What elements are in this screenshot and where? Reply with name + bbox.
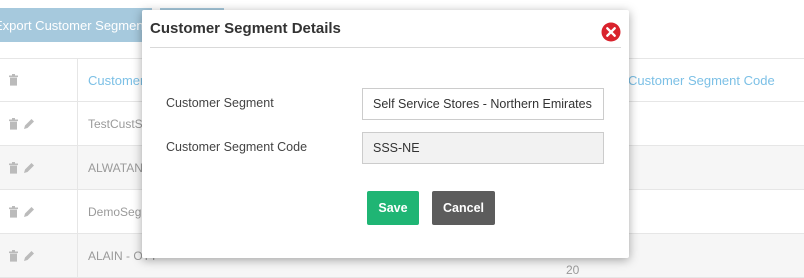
row-actions [8,190,35,233]
trash-icon[interactable] [8,205,19,218]
row-actions [8,146,35,189]
modal-header: Customer Segment Details [150,10,621,48]
pencil-icon[interactable] [23,118,35,130]
trash-icon[interactable] [8,249,19,262]
modal-title: Customer Segment Details [150,20,341,37]
column-separator [77,146,78,189]
close-icon[interactable] [601,22,621,42]
customer-segment-code-input[interactable] [362,132,604,164]
trash-icon[interactable] [8,74,19,86]
column-header-code[interactable]: Customer Segment Code [628,59,775,101]
save-button[interactable]: Save [367,191,419,225]
pencil-icon[interactable] [23,162,35,174]
export-customer-segments-button[interactable]: Export Customer Segments [0,8,152,42]
pencil-icon[interactable] [23,250,35,262]
trash-icon[interactable] [8,117,19,130]
column-separator [77,59,78,101]
customer-segment-input[interactable] [362,88,604,120]
trash-icon[interactable] [8,161,19,174]
column-separator [77,102,78,145]
row-actions [8,102,35,145]
column-separator [77,190,78,233]
customer-segment-label: Customer Segment [166,96,274,110]
cancel-button[interactable]: Cancel [432,191,495,225]
customer-segment-code-label: Customer Segment Code [166,140,308,154]
export-button-label: Export Customer Segments [0,17,152,33]
row-actions [8,234,35,277]
header-actions [8,59,19,101]
pencil-icon[interactable] [23,206,35,218]
customer-segment-modal: Customer Segment Details Customer Segmen… [142,10,629,258]
column-separator [77,234,78,277]
